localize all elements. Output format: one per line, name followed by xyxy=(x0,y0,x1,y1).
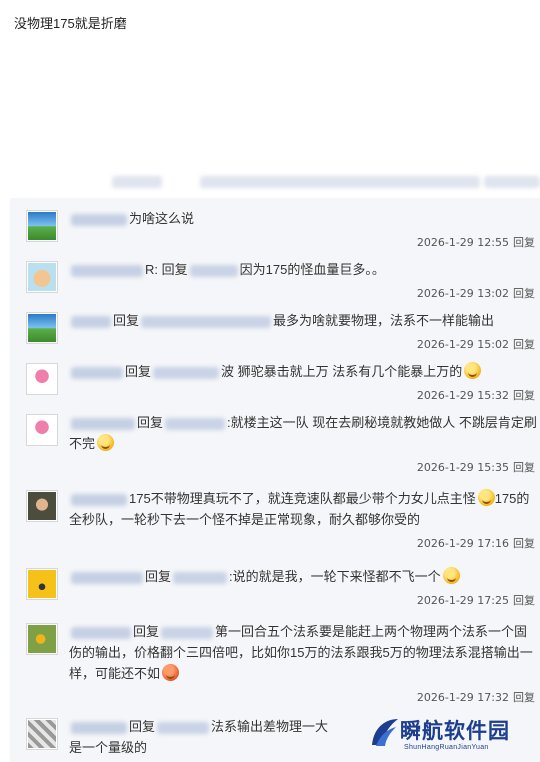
reply-link[interactable]: 回复 xyxy=(513,461,535,474)
avatar[interactable] xyxy=(26,568,58,600)
reply-link[interactable]: 回复 xyxy=(513,389,535,402)
reply-link[interactable]: 回复 xyxy=(513,537,535,550)
timestamp: 2026-1-29 17:16 xyxy=(416,537,509,550)
comment-text: 175不带物理真玩不了，就连竞速队都最少带个力女儿点主怪 175的全秒队，一轮秒下… xyxy=(69,489,530,527)
timestamp: 2026-1-29 17:25 xyxy=(416,594,509,607)
watermark-logo: 瞬航软件园 ShunHangRuanJianYuan xyxy=(338,712,534,762)
emoji-grin-icon xyxy=(97,434,115,451)
comment-text: 回复波 狮驼暴击就上万 法系有几个能暴上万的 xyxy=(69,361,539,382)
timestamp: 2026-1-29 17:32 xyxy=(416,691,509,704)
username[interactable] xyxy=(71,315,111,328)
comment-meta: 2026-1-29 17:16 回复 xyxy=(417,535,535,551)
avatar[interactable] xyxy=(26,414,58,446)
avatar[interactable] xyxy=(26,363,58,395)
comment-text: 回复:就楼主这一队 现在去刷秘境就教她做人 不跳层肯定刷不完 xyxy=(69,415,537,451)
avatar[interactable] xyxy=(26,490,58,522)
comment-meta: 2026-1-29 15:35 回复 xyxy=(417,459,535,475)
timestamp: 2026-1-29 15:02 xyxy=(416,338,509,351)
comment-meta: 2026-1-29 13:02 回复 xyxy=(417,285,535,301)
emoji-grin-icon xyxy=(442,567,460,584)
comment-text: 回复 第一回合五个法系要是能赶上两个物理两个法系一个固伤的输出，价格翻个三四倍吧，… xyxy=(69,624,533,681)
avatar[interactable] xyxy=(26,210,58,242)
avatar[interactable] xyxy=(26,312,58,344)
comment-meta: 2026-1-29 17:32 回复 xyxy=(417,689,535,705)
username[interactable] xyxy=(71,417,135,430)
timestamp: 2026-1-29 13:02 xyxy=(416,287,509,300)
blurred-action-bar xyxy=(112,170,540,194)
reply-link[interactable]: 回复 xyxy=(513,287,535,300)
watermark-title: 瞬航软件园 xyxy=(400,719,510,743)
avatar[interactable] xyxy=(26,623,58,655)
emoji-grin-icon xyxy=(477,489,495,506)
comment-meta: 2026-1-29 12:55 回复 xyxy=(417,234,535,250)
watermark-subtitle: ShunHangRuanJianYuan xyxy=(404,744,489,751)
avatar[interactable] xyxy=(26,261,58,293)
username[interactable] xyxy=(71,366,123,379)
comment-text: 回复 最多为啥就要物理，法系不一样能输出 xyxy=(69,310,539,331)
reply-link[interactable]: 回复 xyxy=(513,338,535,351)
reply-link[interactable]: 回复 xyxy=(513,691,535,704)
emoji-smile-icon xyxy=(464,362,482,379)
comment-text: 回复:说的就是我，一轮下来怪都不飞一个 xyxy=(69,566,539,587)
username[interactable] xyxy=(71,213,127,226)
comment-meta: 2026-1-29 17:25 回复 xyxy=(417,592,535,608)
username[interactable] xyxy=(71,493,127,506)
reply-link[interactable]: 回复 xyxy=(513,594,535,607)
timestamp: 2026-1-29 15:32 xyxy=(416,389,509,402)
comment-text: R: 回复 因为175的怪血量巨多。。 xyxy=(69,259,539,280)
username[interactable] xyxy=(71,571,143,584)
post-text: 没物理175就是折磨 xyxy=(14,16,127,31)
watermark-icon xyxy=(372,719,398,746)
comment-list: 为啥这么说 2026-1-29 12:55 回复 R: 回复 因为175的怪血量巨多… xyxy=(10,198,540,762)
comment-meta: 2026-1-29 15:32 回复 xyxy=(417,387,535,403)
avatar[interactable] xyxy=(26,718,58,750)
username[interactable] xyxy=(71,721,127,734)
comment-meta: 2026-1-29 15:02 回复 xyxy=(417,336,535,352)
username[interactable] xyxy=(71,264,143,277)
comment-text: 为啥这么说 xyxy=(69,208,539,229)
username[interactable] xyxy=(71,626,131,639)
timestamp: 2026-1-29 15:35 xyxy=(416,461,509,474)
comment-text: 回复 法系输出差物理一大 是一个量级的 xyxy=(69,719,329,755)
reply-link[interactable]: 回复 xyxy=(513,236,535,249)
timestamp: 2026-1-29 12:55 xyxy=(416,236,509,249)
emoji-angry-icon xyxy=(162,664,180,681)
